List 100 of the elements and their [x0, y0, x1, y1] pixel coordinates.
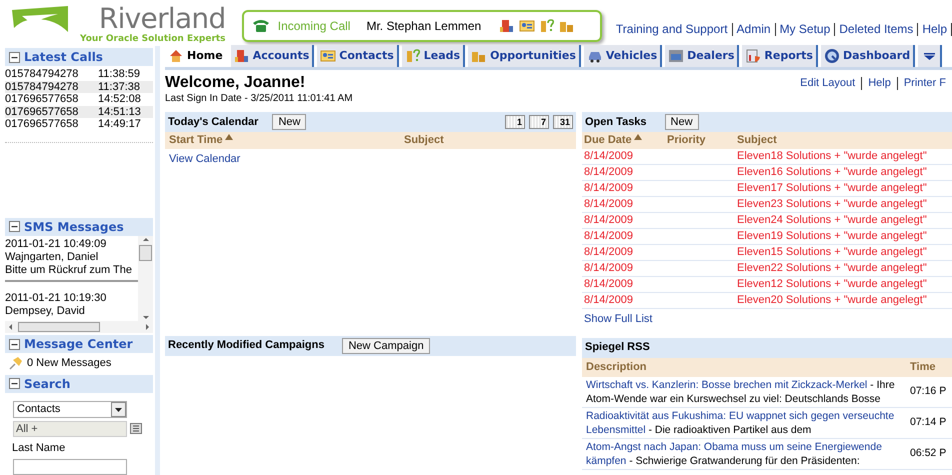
- collapse-icon[interactable]: [9, 52, 20, 62]
- nav-tab[interactable]: Contacts: [317, 45, 399, 67]
- sms-sender: Dempsey, David: [5, 304, 86, 318]
- task-subject: Eleven24 Solutions + "wurde angelegt": [737, 213, 927, 228]
- phone-number: 015784794278: [5, 80, 80, 93]
- sms-date: 2011-01-21 10:19:30: [5, 292, 108, 305]
- rss-headline-link[interactable]: Atom-Angst nach Japan: Obama muss um seine Energiewende: [586, 440, 882, 452]
- caret-icon: [924, 52, 935, 60]
- call-status: Incoming Call: [278, 18, 350, 35]
- show-full-list-link[interactable]: Show Full List: [582, 311, 654, 328]
- header-link[interactable]: Deleted Items: [835, 20, 918, 38]
- more-tabs-button[interactable]: [918, 45, 942, 67]
- call-row[interactable]: 015784794278 11:37:38: [5, 80, 153, 93]
- new-button[interactable]: New: [664, 114, 699, 130]
- nav-tab[interactable]: Opportunities: [468, 45, 581, 67]
- column-header[interactable]: Subject: [737, 132, 777, 149]
- rss-headline-link[interactable]: kämpfen: [586, 454, 626, 466]
- calendar-view-button[interactable]: 1: [505, 115, 525, 129]
- calendar-view-button[interactable]: 31: [553, 115, 573, 129]
- new-campaign-button[interactable]: New Campaign: [342, 338, 430, 354]
- page-link[interactable]: Printer F: [898, 75, 952, 92]
- collapse-icon[interactable]: [9, 221, 20, 232]
- page-link[interactable]: Help: [862, 75, 897, 92]
- chart-icon: [745, 48, 762, 64]
- due-date: 8/14/2009: [584, 165, 634, 180]
- task-row[interactable]: 8/14/2009 Eleven12 Solutions + "wurde angelegt": [582, 277, 952, 293]
- task-subject: Eleven12 Solutions + "wurde angelegt": [737, 277, 927, 292]
- call-time: 11:38:59: [98, 68, 140, 80]
- nav-tab[interactable]: Dealers: [665, 45, 740, 67]
- logo-wordmark: Riverland: [98, 4, 226, 34]
- task-row[interactable]: 8/14/2009 Eleven16 Solutions + "wurde angelegt": [582, 165, 952, 181]
- task-row[interactable]: 8/14/2009 Eleven17 Solutions + "wurde angelegt": [582, 181, 952, 197]
- task-row[interactable]: 8/14/2009 Eleven22 Solutions + "wurde angelegt": [582, 261, 952, 277]
- nav-tab[interactable]: Leads: [402, 45, 466, 67]
- sms-text: Bitte um Rückruf zum The: [5, 264, 133, 277]
- vertical-scrollbar[interactable]: [138, 236, 153, 321]
- contact-card-icon: [519, 18, 536, 34]
- due-date: 8/14/2009: [584, 229, 634, 244]
- nav-tab[interactable]: Accounts: [230, 45, 314, 67]
- nav-tab[interactable]: Reports: [742, 45, 818, 67]
- task-subject: Eleven18 Solutions + "wurde angelegt": [737, 149, 927, 164]
- panel-title: Recently Modified Campaigns: [168, 338, 324, 354]
- call-time: 14:49:17: [98, 118, 141, 130]
- column-header[interactable]: Subject: [404, 132, 444, 149]
- sms-sender: Wajngarten, Daniel: [5, 250, 100, 264]
- list-icon[interactable]: [130, 423, 142, 434]
- caller-name: Mr. Stephan Lemmen: [366, 18, 482, 35]
- column-header[interactable]: Start Time: [169, 132, 404, 149]
- section-title: SMS Messages: [24, 218, 124, 236]
- collapse-icon[interactable]: [9, 378, 20, 389]
- task-subject: Eleven19 Solutions + "wurde angelegt": [737, 229, 927, 244]
- page-link[interactable]: Edit Layout: [794, 75, 862, 92]
- rss-headline-link[interactable]: Wirtschaft vs. Kanzlerin: Bosse brechen mit Zickzack-Merkel: [586, 378, 868, 390]
- section-title: Search: [24, 376, 70, 392]
- building-icon: [234, 48, 250, 64]
- task-row[interactable]: 8/14/2009 Eleven23 Solutions + "wurde angelegt": [582, 197, 952, 213]
- phone-number: 017696577658: [5, 118, 80, 130]
- due-date: 8/14/2009: [584, 197, 634, 212]
- search-object-select[interactable]: Contacts: [13, 400, 127, 418]
- task-row[interactable]: 8/14/2009 Eleven24 Solutions + "wurde angelegt": [582, 213, 952, 229]
- rss-headline-link[interactable]: Radioaktivität aus Fukushima: EU wappnet sich gegen verseuchte: [586, 410, 894, 422]
- sms-date: 2011-01-21 10:49:09: [5, 238, 108, 251]
- rss-headline-link[interactable]: Lebensmittel: [586, 424, 646, 436]
- task-row[interactable]: 8/14/2009 Eleven20 Solutions + "wurde angelegt": [582, 293, 952, 309]
- filter-field[interactable]: All +: [13, 420, 127, 436]
- calendar-view-button[interactable]: 7: [529, 115, 549, 129]
- column-header[interactable]: Priority: [667, 132, 737, 149]
- header-link[interactable]: My Setup: [776, 20, 834, 38]
- header-link[interactable]: Training and Support: [612, 20, 732, 38]
- building-icon: [499, 18, 516, 34]
- welcome-title: Welcome, Joanne!: [165, 73, 306, 92]
- task-subject: Eleven15 Solutions + "wurde angelegt": [737, 245, 927, 260]
- new-button[interactable]: New: [272, 114, 306, 130]
- task-row[interactable]: 8/14/2009 Eleven19 Solutions + "wurde angelegt": [582, 229, 952, 245]
- nav-tab[interactable]: Vehicles: [584, 45, 662, 67]
- column-header: Description: [586, 360, 648, 375]
- last-name-field[interactable]: [13, 459, 127, 475]
- call-row[interactable]: 017696577658 14:51:13: [5, 106, 153, 118]
- collapse-icon[interactable]: [9, 338, 20, 350]
- header-link[interactable]: Admin: [732, 20, 775, 38]
- rss-item: Wirtschaft vs. Kanzlerin: Bosse brechen mit Zickzack-Merkel - Ihre Atom-Wende war ein Kurswechsel zu viel: Deutschlands Bosse: [586, 378, 896, 406]
- horizontal-scrollbar[interactable]: [5, 320, 153, 334]
- rss-time: 06:52 P: [910, 446, 946, 461]
- last-sign-in: Last Sign In Date - 3/25/2011 11:01:41 AM: [165, 93, 353, 105]
- rss-item: Radioaktivität aus Fukushima: EU wappnet sich gegen verseuchte Lebensmittel - Die radioaktiven Partikel aus dem: [586, 408, 896, 436]
- panel-title: Today's Calendar: [168, 114, 258, 130]
- column-header[interactable]: Due Date: [584, 132, 667, 149]
- logo-tagline: Your Oracle Solution Experts: [80, 34, 226, 44]
- view-calendar-link[interactable]: View Calendar: [165, 151, 244, 168]
- due-date: 8/14/2009: [584, 261, 634, 276]
- rss-time: 07:14 P: [910, 414, 946, 430]
- section-title: Latest Calls: [24, 49, 103, 66]
- call-time: 14:52:08: [98, 93, 141, 106]
- task-subject: Eleven17 Solutions + "wurde angelegt": [737, 181, 927, 196]
- message-count[interactable]: 0 New Messages: [27, 354, 112, 372]
- header-link[interactable]: Help: [918, 20, 951, 38]
- task-row[interactable]: 8/14/2009 Eleven15 Solutions + "wurde angelegt": [582, 245, 952, 261]
- nav-tab[interactable]: Dashboard: [820, 45, 916, 67]
- due-date: 8/14/2009: [584, 245, 634, 260]
- task-row[interactable]: 8/14/2009 Eleven18 Solutions + "wurde angelegt": [582, 149, 952, 165]
